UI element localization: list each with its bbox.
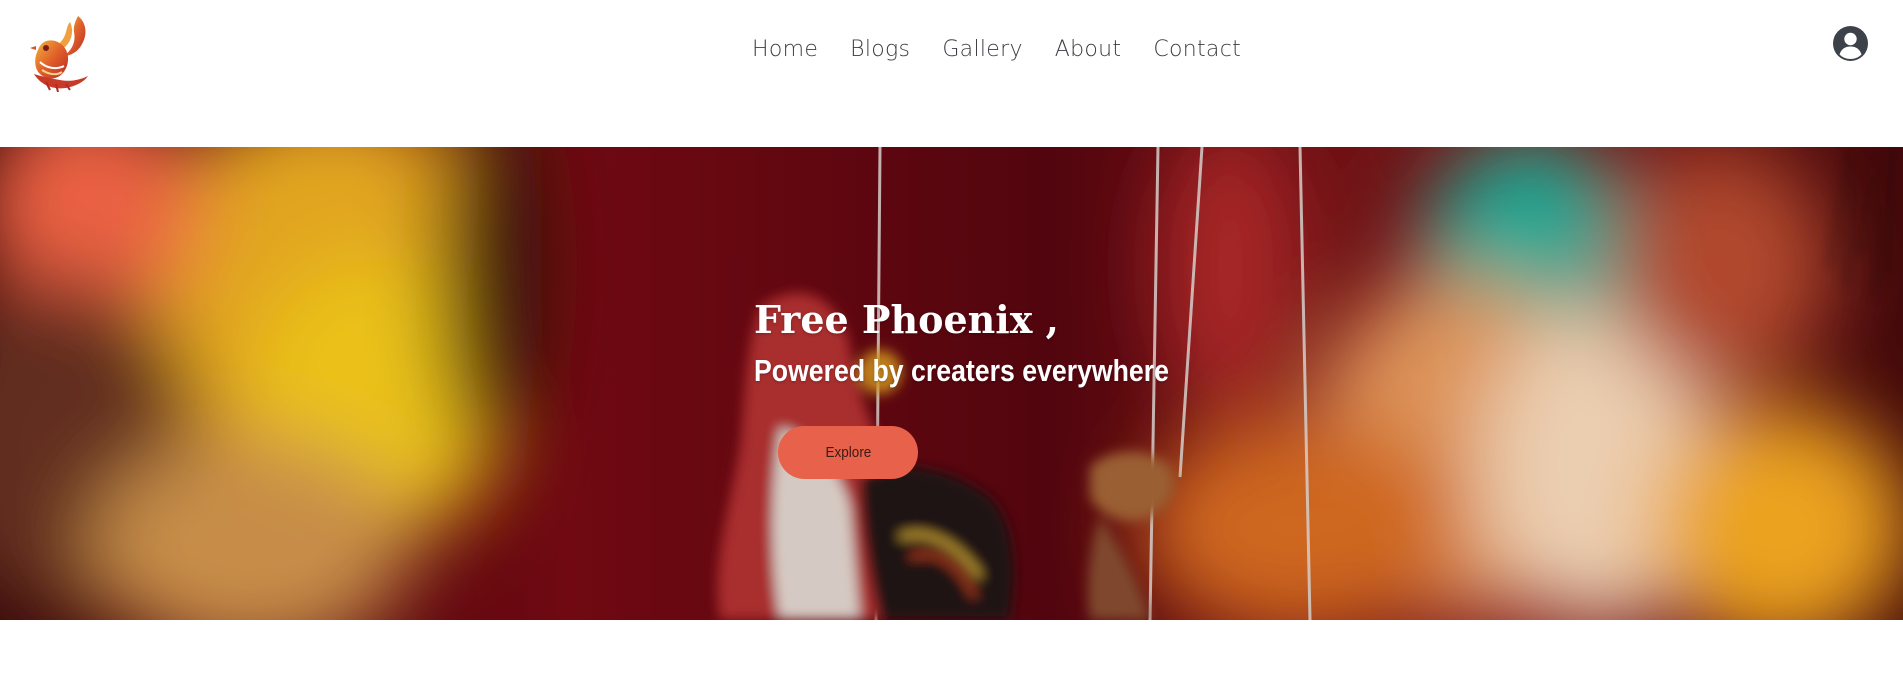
page-body bbox=[0, 620, 1903, 695]
hero-subtitle: Powered by creaters everywhere bbox=[754, 353, 1169, 388]
phoenix-logo-icon[interactable] bbox=[26, 12, 94, 93]
explore-button[interactable]: Explore bbox=[778, 426, 918, 479]
nav-home[interactable]: Home bbox=[752, 34, 834, 66]
site-header: Home Blogs Gallery About Contact bbox=[0, 0, 1903, 147]
user-circle-icon[interactable] bbox=[1833, 26, 1868, 61]
nav-gallery[interactable]: Gallery bbox=[926, 34, 1038, 66]
nav-contact[interactable]: Contact bbox=[1137, 34, 1257, 66]
hero-banner: Free Phoenix , Powered by creaters every… bbox=[0, 147, 1903, 620]
main-nav: Home Blogs Gallery About Contact bbox=[752, 34, 1257, 66]
nav-about[interactable]: About bbox=[1039, 34, 1138, 66]
explore-button-label: Explore bbox=[825, 444, 871, 461]
hero-title: Free Phoenix , bbox=[754, 297, 1059, 342]
nav-blogs[interactable]: Blogs bbox=[834, 34, 926, 66]
